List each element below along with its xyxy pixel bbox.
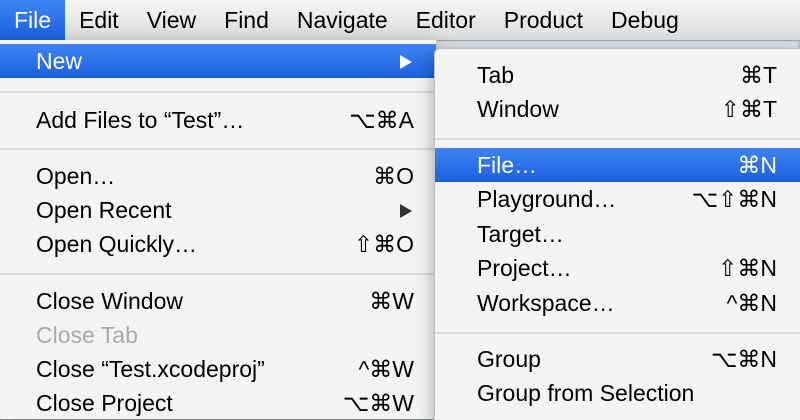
menu-item-shortcut: ⌘N: [737, 152, 777, 178]
menu-item-label: Close Tab: [36, 322, 138, 348]
menu-item-new-target[interactable]: Target…: [435, 217, 800, 251]
menu-item-open-recent[interactable]: Open Recent: [0, 193, 436, 227]
menu-item-new-workspace[interactable]: Workspace… ^⌘N: [435, 286, 800, 320]
menu-item-label: Open Quickly…: [36, 231, 198, 257]
menu-item-label: Target…: [477, 221, 564, 247]
menu-item-shortcut: ⌥⌘N: [710, 346, 777, 372]
menu-item-new-group[interactable]: Group ⌥⌘N: [435, 342, 800, 376]
menu-item-shortcut: ^⌘N: [726, 290, 777, 316]
menu-separator: [0, 91, 436, 93]
menubar-file[interactable]: File: [0, 0, 66, 40]
menubar-debug[interactable]: Debug: [597, 0, 693, 40]
menu-separator: [0, 148, 436, 150]
menu-separator: [0, 273, 436, 275]
menu-item-label: Group from Selection: [477, 380, 695, 406]
menu-item-new-playground[interactable]: Playground… ⌥⇧⌘N: [435, 182, 800, 216]
menu-item-label: Open Recent: [36, 197, 172, 223]
menu-item-label: Close “Test.xcodeproj”: [36, 356, 265, 382]
menu-item-open-quickly[interactable]: Open Quickly… ⇧⌘O: [0, 227, 436, 261]
menu-item-label: Close Window: [36, 288, 183, 314]
menu-separator: [435, 332, 800, 334]
menu-item-shortcut: ⌥⌘A: [349, 107, 414, 133]
menu-item-label: Project…: [477, 255, 572, 281]
menu-item-label: Workspace…: [477, 290, 615, 316]
menu-item-label: Add Files to “Test”…: [36, 107, 245, 133]
menu-item-add-files[interactable]: Add Files to “Test”… ⌥⌘A: [0, 103, 436, 137]
menu-item-shortcut: ⌥⇧⌘N: [691, 186, 777, 212]
menu-separator: [435, 138, 800, 140]
menu-item-label: Tab: [477, 62, 515, 88]
submenu-arrow-icon: [400, 55, 412, 69]
menu-item-shortcut: ⇧⌘T: [720, 96, 777, 122]
new-submenu: Tab ⌘T Window ⇧⌘T File… ⌘N Playground… ⌥…: [434, 48, 800, 420]
menubar-edit[interactable]: Edit: [65, 0, 133, 40]
menu-item-new-file[interactable]: File… ⌘N: [435, 148, 800, 182]
menubar-editor[interactable]: Editor: [402, 0, 490, 40]
submenu-arrow-icon: [400, 204, 412, 218]
menu-item-open[interactable]: Open… ⌘O: [0, 159, 436, 193]
menu-item-shortcut: ⇧⌘N: [718, 255, 777, 281]
menu-item-close-project-file[interactable]: Close “Test.xcodeproj” ^⌘W: [0, 352, 436, 386]
menu-item-shortcut: ⇧⌘O: [353, 231, 414, 257]
menu-item-new-group-from-selection[interactable]: Group from Selection: [435, 376, 800, 410]
menu-bar: File Edit View Find Navigate Editor Prod…: [0, 0, 800, 41]
menu-item-shortcut: ⌘W: [369, 288, 414, 314]
menu-item-label: Close Project: [36, 390, 173, 416]
menu-item-close-project[interactable]: Close Project ⌥⌘W: [0, 386, 436, 420]
menubar-product[interactable]: Product: [490, 0, 597, 40]
menu-item-close-tab: Close Tab: [0, 318, 436, 352]
menu-item-new-window[interactable]: Window ⇧⌘T: [435, 92, 800, 126]
menubar-find[interactable]: Find: [210, 0, 283, 40]
menubar-view[interactable]: View: [133, 0, 210, 40]
menu-item-label: Window: [477, 96, 559, 122]
menu-item-label: Playground…: [477, 186, 617, 212]
menu-item-new-tab[interactable]: Tab ⌘T: [435, 58, 800, 92]
file-menu: New Add Files to “Test”… ⌥⌘A Open… ⌘O Op…: [0, 40, 437, 419]
menu-item-shortcut: ^⌘W: [358, 356, 414, 382]
menu-item-label: Group: [477, 346, 541, 372]
menu-item-shortcut: ⌥⌘W: [342, 390, 414, 416]
menu-item-label: New: [36, 48, 83, 74]
menu-item-label: File…: [477, 152, 538, 178]
menu-item-shortcut: ⌘O: [373, 163, 414, 189]
menu-item-new-project[interactable]: Project… ⇧⌘N: [435, 251, 800, 285]
menu-item-close-window[interactable]: Close Window ⌘W: [0, 284, 436, 318]
menu-item-shortcut: ⌘T: [739, 62, 777, 88]
menubar-navigate[interactable]: Navigate: [283, 0, 402, 40]
menu-item-label: Open…: [36, 163, 116, 189]
menu-item-new[interactable]: New: [0, 44, 436, 78]
